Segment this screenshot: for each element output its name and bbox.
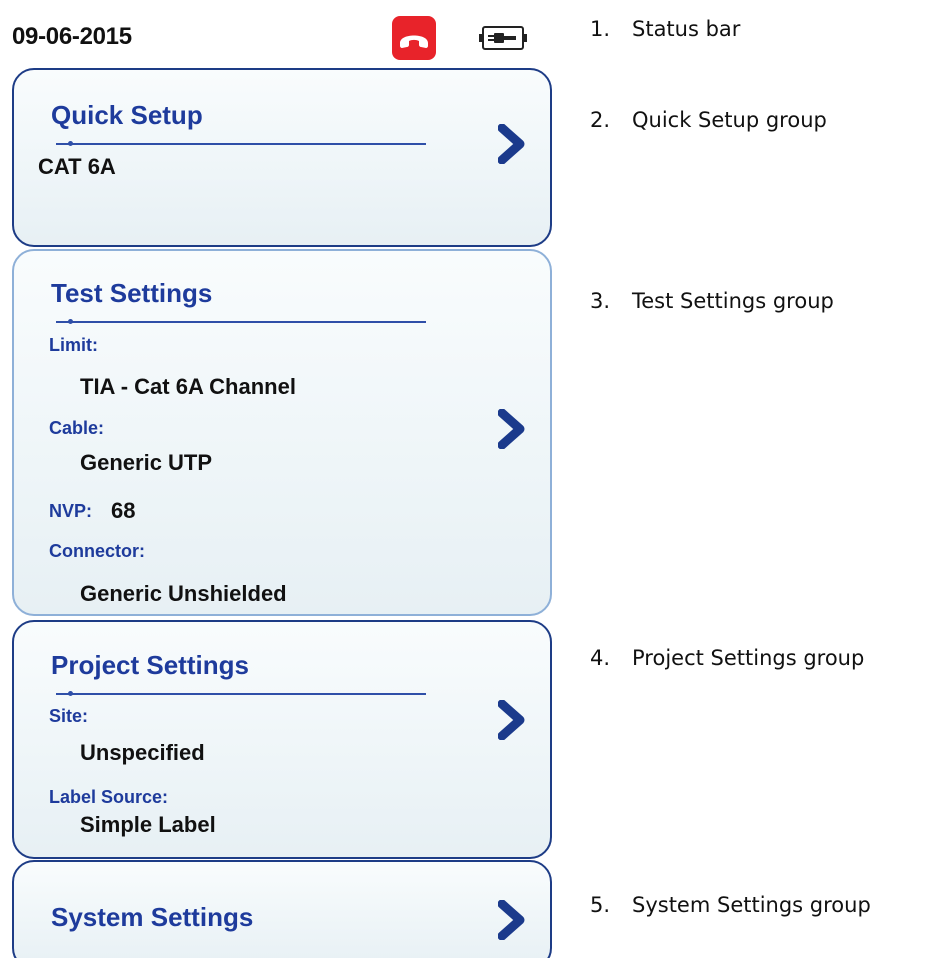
chevron-right-icon[interactable] <box>498 900 526 940</box>
nvp-value: 68 <box>111 498 136 523</box>
legend-text: Test Settings group <box>632 289 834 313</box>
device-screen: 09-06-2015 Quick Setup CAT 6A Test Setti… <box>0 0 560 958</box>
cable-value: Generic UTP <box>80 450 213 475</box>
connector-label: Connector: <box>49 541 145 561</box>
test-settings-title: Test Settings <box>51 278 213 308</box>
chevron-right-icon[interactable] <box>498 409 526 449</box>
legend-text: Status bar <box>632 17 741 41</box>
limit-label: Limit: <box>49 335 98 355</box>
status-bar: 09-06-2015 <box>0 0 560 66</box>
annotation-legend: 1. Status bar 2. Quick Setup group 3. Test … <box>590 0 945 958</box>
cable-label: Cable: <box>49 418 105 438</box>
legend-item: 2. Quick Setup group <box>590 108 827 132</box>
label-source-value: Simple Label <box>80 812 216 837</box>
nvp-label: NVP: <box>49 501 93 521</box>
legend-item: 5. System Settings group <box>590 893 871 917</box>
title-divider <box>56 319 426 324</box>
chevron-right-icon[interactable] <box>498 700 526 740</box>
hangup-phone-icon[interactable] <box>392 16 436 60</box>
system-settings-title: System Settings <box>51 902 254 932</box>
limit-value: TIA - Cat 6A Channel <box>80 374 296 399</box>
system-settings-group[interactable]: System Settings <box>12 860 552 958</box>
chevron-right-icon[interactable] <box>498 124 526 164</box>
site-value: Unspecified <box>80 740 205 765</box>
title-divider <box>56 141 426 146</box>
legend-item: 4. Project Settings group <box>590 646 865 670</box>
legend-item: 3. Test Settings group <box>590 289 834 313</box>
legend-text: Project Settings group <box>632 646 865 670</box>
legend-text: System Settings group <box>632 893 871 917</box>
title-divider <box>56 691 426 696</box>
quick-setup-value: CAT 6A <box>38 154 116 179</box>
test-settings-group[interactable]: Test Settings Limit: TIA - Cat 6A Channe… <box>12 249 552 616</box>
ac-power-battery-icon <box>478 24 528 57</box>
legend-item: 1. Status bar <box>590 17 741 41</box>
project-settings-title: Project Settings <box>51 650 249 680</box>
label-source-label: Label Source: <box>49 787 169 807</box>
status-date: 09-06-2015 <box>12 23 132 50</box>
project-settings-group[interactable]: Project Settings Site: Unspecified Label… <box>12 620 552 859</box>
legend-text: Quick Setup group <box>632 108 827 132</box>
site-label: Site: <box>49 706 89 726</box>
connector-value: Generic Unshielded <box>80 581 287 606</box>
quick-setup-group[interactable]: Quick Setup CAT 6A <box>12 68 552 247</box>
quick-setup-title: Quick Setup <box>51 100 203 130</box>
